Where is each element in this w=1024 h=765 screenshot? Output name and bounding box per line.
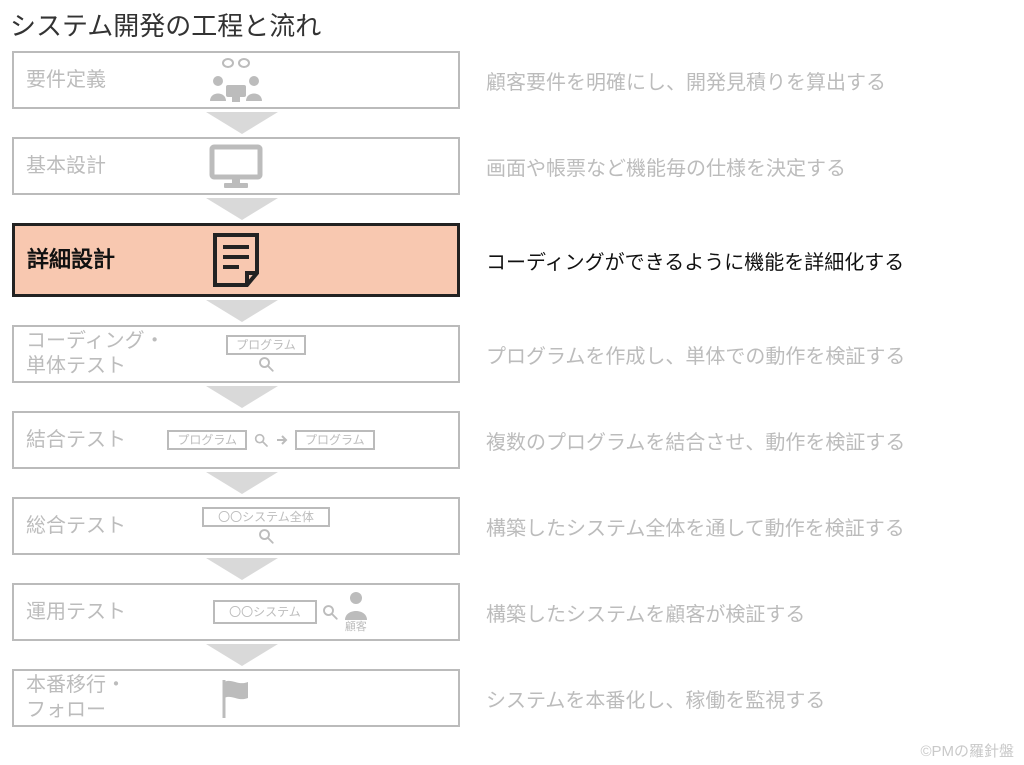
chevron-down-icon [206, 198, 278, 220]
flow-arrow [12, 641, 1012, 669]
phase-card: 運用テスト 〇〇システム 顧客 [12, 583, 460, 641]
system-box: 〇〇システム [213, 600, 317, 624]
phase-card: 要件定義 [12, 51, 460, 109]
flow-arrow [12, 297, 1012, 325]
phase-card: 基本設計 [12, 137, 460, 195]
arrow-right-icon [275, 433, 289, 447]
phase-label: 要件定義 [26, 68, 166, 93]
phase-description: プログラムを作成し、単体での動作を検証する [486, 340, 1012, 369]
phase-label: 基本設計 [26, 154, 166, 179]
document-icon [209, 231, 263, 289]
phase-row: 本番移行・ フォロー システムを本番化し、稼働を監視する [12, 669, 1012, 727]
monitor-icon [208, 143, 264, 189]
phase-label: コーディング・ 単体テスト [26, 329, 166, 379]
phase-card: 詳細設計 [12, 223, 460, 297]
phase-row: 要件定義 顧客要件を明確にし、開発見積りを算出する [12, 51, 1012, 109]
customer-label: 顧客 [345, 618, 367, 634]
phase-row: 基本設計 画面や帳票など機能毎の仕様を決定する [12, 137, 1012, 195]
phase-description: 画面や帳票など機能毎の仕様を決定する [486, 152, 1012, 181]
chevron-down-icon [206, 558, 278, 580]
phase-description: コーディングができるように機能を詳細化する [486, 246, 1012, 275]
credit-text: ©PMの羅針盤 [920, 740, 1014, 761]
program-box: プログラム [226, 335, 306, 372]
system-user-group: 〇〇システム 顧客 [213, 590, 369, 634]
phase-row: 詳細設計 コーディングができるように機能を詳細化する [12, 223, 1012, 297]
magnifier-icon [321, 603, 339, 621]
phase-card: コーディング・ 単体テスト プログラム [12, 325, 460, 383]
phase-row: 結合テスト プログラム プログラム 複数のプログラムを結合させ、動作を検証する [12, 411, 1012, 469]
chevron-down-icon [206, 300, 278, 322]
phase-row: 運用テスト 〇〇システム 顧客 構築したシステムを顧客が検証する [12, 583, 1012, 641]
phase-label: 運用テスト [26, 600, 166, 625]
phase-label: 総合テスト [26, 514, 166, 539]
magnifier-icon [257, 355, 275, 373]
system-box: 〇〇システム全体 [202, 507, 330, 545]
phase-label: 結合テスト [26, 428, 166, 453]
chevron-down-icon [206, 472, 278, 494]
program-link-group: プログラム プログラム [167, 430, 374, 449]
meeting-icon [204, 57, 268, 103]
flow-arrow [12, 195, 1012, 223]
flow-arrow [12, 109, 1012, 137]
chevron-down-icon [206, 386, 278, 408]
phase-description: 構築したシステム全体を通して動作を検証する [486, 512, 1012, 541]
flow-arrow [12, 555, 1012, 583]
phase-card: 結合テスト プログラム プログラム [12, 411, 460, 469]
magnifier-icon [253, 432, 269, 448]
chevron-down-icon [206, 112, 278, 134]
phase-card: 本番移行・ フォロー [12, 669, 460, 727]
user-icon [343, 590, 369, 620]
phase-description: システムを本番化し、稼働を監視する [486, 684, 1012, 713]
chevron-down-icon [206, 644, 278, 666]
phase-label: 本番移行・ フォロー [26, 673, 166, 723]
phase-description: 構築したシステムを顧客が検証する [486, 598, 1012, 627]
phase-label: 詳細設計 [27, 246, 167, 274]
program-box-a: プログラム [167, 430, 247, 449]
phase-row: コーディング・ 単体テスト プログラム プログラムを作成し、単体での動作を検証す… [12, 325, 1012, 383]
phase-description: 顧客要件を明確にし、開発見積りを算出する [486, 66, 1012, 95]
customer-icon-group: 顧客 [343, 590, 369, 634]
page-title: システム開発の工程と流れ [10, 6, 1012, 43]
phase-row: 総合テスト 〇〇システム全体 構築したシステム全体を通して動作を検証する [12, 497, 1012, 555]
flag-icon [216, 676, 256, 720]
phase-card: 総合テスト 〇〇システム全体 [12, 497, 460, 555]
flow-arrow [12, 469, 1012, 497]
magnifier-icon [257, 527, 275, 545]
flow-arrow [12, 383, 1012, 411]
phase-description: 複数のプログラムを結合させ、動作を検証する [486, 426, 1012, 455]
program-box-b: プログラム [295, 430, 375, 449]
